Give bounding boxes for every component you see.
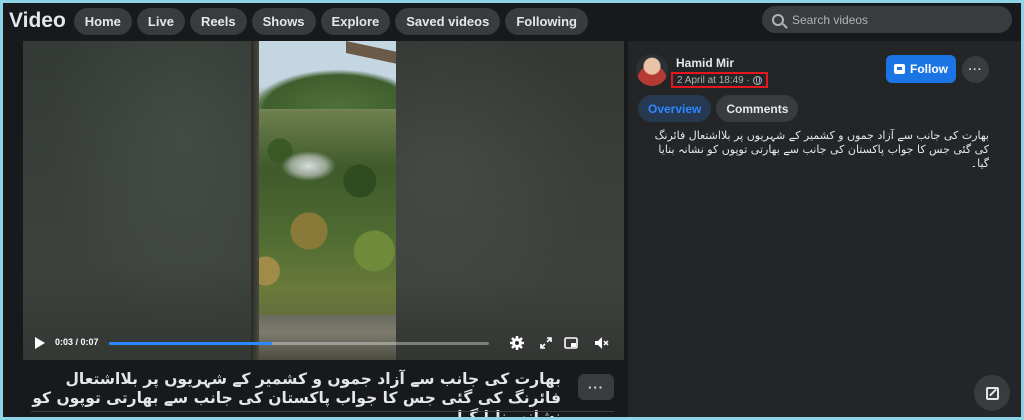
post-panel: Hamid Mir 2 April at 18:49 · Follow ··· … (628, 41, 1021, 417)
post-tabs: Overview Comments (638, 95, 803, 122)
follow-icon (894, 64, 905, 74)
video-blur-right (396, 41, 624, 360)
search-placeholder: Search videos (792, 12, 869, 27)
nav-reels[interactable]: Reels (189, 7, 247, 35)
nav-saved-videos[interactable]: Saved videos (395, 7, 501, 35)
search-input[interactable]: Search videos (762, 6, 1012, 33)
search-icon (772, 13, 784, 26)
nav-following[interactable]: Following (505, 7, 588, 35)
volume-muted-icon[interactable] (593, 335, 609, 351)
video-caption-text: بھارت کی جانب سے آزاد جموں و کشمیر کے شہ… (32, 370, 561, 417)
compose-button[interactable] (974, 375, 1010, 411)
avatar[interactable] (636, 54, 668, 86)
gear-icon[interactable] (509, 335, 525, 351)
video-more-button[interactable]: ··· (578, 374, 614, 400)
post-timestamp[interactable]: 2 April at 18:49 · (671, 72, 768, 88)
picture-in-picture-icon[interactable] (563, 335, 579, 351)
follow-button[interactable]: Follow (886, 55, 956, 83)
edit-icon (985, 386, 999, 400)
divider (31, 411, 614, 412)
nav-shows[interactable]: Shows (251, 7, 316, 35)
video-frame (251, 41, 396, 360)
more-options-button[interactable]: ··· (962, 56, 989, 83)
tab-comments[interactable]: Comments (716, 95, 799, 122)
tab-overview[interactable]: Overview (638, 95, 712, 122)
progress-fill (109, 342, 273, 345)
smoke (281, 151, 336, 181)
video-blur-left (23, 41, 251, 360)
nav-live[interactable]: Live (136, 7, 185, 35)
progress-bar[interactable] (109, 342, 489, 345)
follow-label: Follow (910, 62, 948, 76)
time-display: 0:03 / 0:07 (55, 337, 99, 347)
video-page: Video Home Live Reels Shows Explore Save… (3, 3, 1021, 417)
nav-explore[interactable]: Explore (320, 7, 391, 35)
author-name[interactable]: Hamid Mir (676, 56, 734, 70)
fullscreen-icon[interactable] (538, 335, 554, 351)
globe-icon (752, 75, 762, 85)
timestamp-text: 2 April at 18:49 · (677, 74, 750, 86)
page-title: Video (9, 9, 66, 32)
video-controls: 0:03 / 0:07 (23, 326, 624, 360)
play-icon[interactable] (35, 337, 45, 349)
video-player[interactable]: 0:03 / 0:07 (23, 41, 624, 360)
video-caption: بھارت کی جانب سے آزاد جموں و کشمیر کے شہ… (31, 370, 561, 417)
top-nav: Video Home Live Reels Shows Explore Save… (3, 3, 1021, 39)
nav-home[interactable]: Home (73, 7, 132, 35)
post-description: بھارت کی جانب سے آزاد جموں و کشمیر کے شہ… (654, 129, 989, 170)
